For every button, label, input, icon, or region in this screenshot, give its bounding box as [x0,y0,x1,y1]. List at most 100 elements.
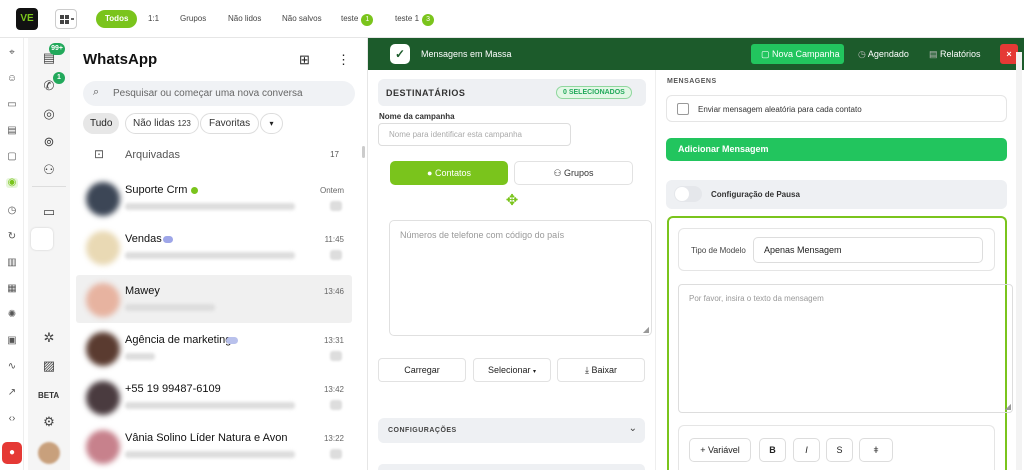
new-campaign-tab[interactable]: ▢ Nova Campanha [751,44,844,64]
groups-tab[interactable]: ⚇ Grupos [514,161,633,185]
reports-tab[interactable]: ▤ Relatórios [929,44,981,64]
status-indicator [330,449,342,459]
select-dropdown-button[interactable]: Selecionar ▾ [473,358,551,382]
load-button[interactable]: Carregar [378,358,466,382]
search-input[interactable]: Pesquisar ou começar uma nova conversa [113,88,303,99]
download-icon: ⤓ [584,365,589,375]
status-icon[interactable]: ◎ [41,106,57,122]
archived-count: 17 [330,150,339,159]
chat-name: Vânia Solino Líder Natura e Avon [125,432,288,444]
settings-gear-icon[interactable]: ⚙ [41,414,57,430]
extension-button[interactable] [31,228,53,250]
chat-time: 11:45 [324,235,344,244]
message-preview [125,252,295,259]
calendar-icon[interactable]: ▦ [6,284,18,294]
italic-button[interactable]: I [793,438,820,462]
random-message-checkbox[interactable] [677,103,689,115]
arrow-icon[interactable]: ↗ [6,388,18,398]
notes-icon[interactable]: ▣ [6,336,18,346]
next-accordion[interactable] [378,464,645,470]
filter-tab-unread[interactable]: Não lidos [228,10,261,28]
filter-tab-teste[interactable]: teste 1 [341,10,374,28]
archived-row[interactable]: ⊡ Arquivadas 17 [76,142,356,168]
record-icon[interactable]: ● [2,442,22,464]
chat-item[interactable]: Vendas 11:45 [76,223,352,271]
campaign-title: Mensagens em Massa [421,49,512,59]
chat-item[interactable]: Vânia Solino Líder Natura e Avon 13:22 [76,422,352,470]
store-icon[interactable]: ▭ [41,204,57,220]
contacts-tab[interactable]: ● Contatos [390,161,508,185]
clock-icon[interactable]: ◷ [6,206,18,216]
chat-plus-icon: ▢ [761,49,770,59]
filter-tab-all[interactable]: Todos [96,10,138,28]
chevron-down-icon: ▾ [533,369,537,375]
sun-icon[interactable]: ✺ [6,310,18,320]
pause-toggle[interactable] [674,186,702,202]
move-handle-icon[interactable]: ✥ [505,193,519,208]
filter-chip-unread[interactable]: Não lidas 123 [125,113,199,134]
chat-item[interactable]: +55 19 99487-6109 13:42 [76,373,352,421]
phone-numbers-textarea[interactable]: Números de telefone com código do país ◢ [389,220,652,336]
code-icon[interactable]: ‹› [6,414,18,424]
search-box[interactable]: ⌕ Pesquisar ou começar uma nova conversa [83,81,355,106]
label-dots [226,337,238,344]
page-scrollbar[interactable] [1016,52,1022,470]
beta-label: BETA [38,391,60,400]
monospace-button[interactable]: ǂ [859,438,893,462]
chat-time: 13:46 [323,287,344,296]
document-icon[interactable]: ▤ [6,126,18,136]
chat-bubble-icon[interactable]: ▢ [6,152,18,162]
communities-icon[interactable]: ⚇ [41,162,57,178]
calls-badge: 1 [53,72,65,84]
avatar [86,332,120,366]
chat-item-selected[interactable]: Mawey 13:46 [76,275,352,323]
add-message-button[interactable]: Adicionar Mensagem [666,138,1007,161]
scrollbar-thumb[interactable] [362,146,365,158]
message-text-area[interactable]: Por favor, insira o texto da mensagem ◢ [678,284,1013,413]
settings-label: CONFIGURAÇÕES [388,427,457,434]
settings-accordion[interactable]: CONFIGURAÇÕES ⌄ [378,418,645,443]
bold-button[interactable]: B [759,438,786,462]
status-indicator [330,400,342,410]
chat-item[interactable]: Suporte Crm Ontem [76,174,352,222]
scheduled-tab[interactable]: ◷ Agendado [856,44,909,64]
filter-chip-all[interactable]: Tudo [83,113,120,134]
filter-more-chevron-icon[interactable]: ▾ [260,113,283,134]
chat-list-panel: WhatsApp ⊞ ⋮ ⌕ Pesquisar ou começar uma … [70,38,368,470]
filter-chip-favorites[interactable]: Favoritas [200,113,260,134]
strikethrough-button[interactable]: S [826,438,853,462]
filter-tab-groups[interactable]: Grupos [180,10,206,28]
apps-grid-button[interactable] [55,9,77,29]
broadcast-icon[interactable]: ◉ [6,178,18,188]
new-chat-icon[interactable]: ⊞ [299,52,310,68]
chats-unread-badge: 99+ [49,43,65,55]
filter-tab-one-to-one[interactable]: 1:1 [148,10,159,28]
resize-handle-icon[interactable]: ◢ [1005,402,1011,411]
card-icon[interactable]: ▭ [6,100,18,110]
model-type-select[interactable]: Apenas Mensagem [753,237,983,263]
profile-avatar[interactable] [38,442,60,464]
chat-item[interactable]: Agência de marketing 13:31 [76,324,352,372]
contacts-icon[interactable]: ☺ [6,74,18,84]
flow-icon[interactable]: ∿ [6,362,18,372]
pin-icon[interactable]: ⌖ [6,48,18,58]
messages-title: MENSAGENS [667,78,717,85]
filter-tab-teste-1[interactable]: teste 13 [395,10,435,28]
menu-dots-icon[interactable]: ⋮ [337,52,350,68]
download-button[interactable]: ⤓ Baixar [557,358,645,382]
tab-count-badge: 1 [361,14,374,26]
media-icon[interactable]: ▨ [41,358,57,374]
filter-tab-unsaved[interactable]: Não salvos [282,10,322,28]
bug-icon[interactable]: ✲ [41,330,57,346]
users-icon: ⚇ [553,168,562,178]
channels-icon[interactable]: ⊚ [41,134,57,150]
chat-name: Suporte Crm [125,184,188,196]
add-variable-button[interactable]: + Variável [689,438,751,462]
resize-handle-icon[interactable]: ◢ [643,325,649,334]
kanban-icon[interactable]: ▥ [6,258,18,268]
campaign-name-input[interactable]: Nome para identificar esta campanha [378,123,571,146]
refresh-icon[interactable]: ↻ [6,232,18,242]
avatar [86,283,120,317]
chat-time: 13:22 [323,434,344,443]
model-type-card: Tipo de Modelo Apenas Mensagem [678,228,995,271]
